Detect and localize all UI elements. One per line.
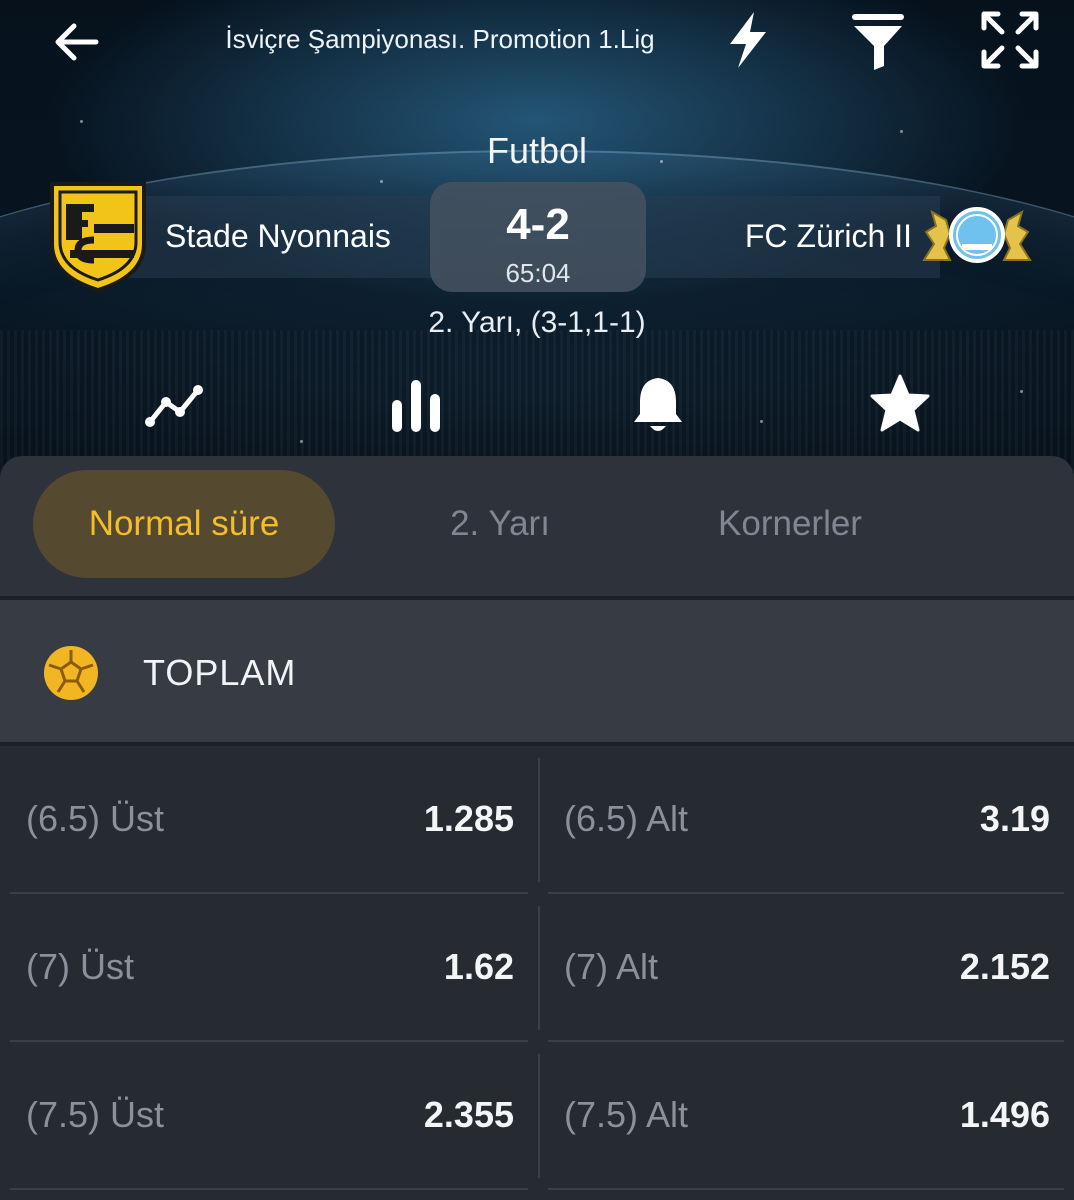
football-icon xyxy=(42,644,100,702)
sparkle xyxy=(1020,390,1023,393)
column-divider xyxy=(538,758,540,882)
odd-value: 3.19 xyxy=(979,798,1050,839)
back-arrow-icon[interactable] xyxy=(48,14,104,70)
away-team-name[interactable]: FC Zürich II xyxy=(745,218,912,255)
tab-2-yari[interactable]: 2. Yarı xyxy=(400,470,600,578)
column-divider xyxy=(538,906,540,1030)
sparkle xyxy=(80,120,83,123)
odd-label: (7.5) Üst xyxy=(26,1094,165,1135)
top-bar: İsviçre Şampiyonası. Promotion 1.Lig xyxy=(0,0,1074,84)
away-team-logo xyxy=(920,204,1034,266)
odd-label: (6.5) Alt xyxy=(564,798,689,839)
odd-value: 1.496 xyxy=(959,1094,1050,1135)
column-divider xyxy=(538,1054,540,1178)
filter-icon[interactable] xyxy=(846,8,910,72)
row-divider xyxy=(548,1188,1064,1190)
odd-cell-under[interactable]: (7.5) Alt 1.496 xyxy=(548,1042,1064,1184)
tab-kornerler[interactable]: Kornerler xyxy=(690,470,890,578)
market-title: TOPLAM xyxy=(143,652,297,693)
odd-cell-under[interactable]: (6.5) Alt 3.19 xyxy=(548,746,1064,888)
odd-value: 1.285 xyxy=(423,798,514,839)
match-period: 2. Yarı, (3-1,1-1) xyxy=(428,306,646,339)
home-team-logo xyxy=(48,180,148,293)
sparkle xyxy=(380,180,383,183)
match-clock: 65:04 xyxy=(505,258,571,288)
row-divider xyxy=(10,1188,528,1190)
sparkle xyxy=(300,440,303,443)
lightning-icon[interactable] xyxy=(716,8,780,72)
stats-bars-icon[interactable] xyxy=(384,372,448,436)
odd-label: (7) Alt xyxy=(564,946,659,987)
odd-value: 1.62 xyxy=(443,946,514,987)
sport-label: Futbol xyxy=(486,130,588,171)
odd-label: (6.5) Üst xyxy=(26,798,165,839)
score: 4-2 xyxy=(506,200,570,249)
odd-cell-over[interactable]: (7.5) Üst 2.355 xyxy=(10,1042,528,1184)
odd-value: 2.355 xyxy=(423,1094,514,1135)
home-team-name[interactable]: Stade Nyonnais xyxy=(165,218,391,255)
odd-label: (7.5) Alt xyxy=(564,1094,689,1135)
odd-cell-under[interactable]: (7) Alt 2.152 xyxy=(548,894,1064,1036)
league-title: İsviçre Şampiyonası. Promotion 1.Lig xyxy=(225,24,655,54)
star-icon[interactable] xyxy=(868,372,932,436)
odd-label: (7) Üst xyxy=(26,946,134,987)
bell-icon[interactable] xyxy=(626,372,690,436)
sparkle xyxy=(760,420,763,423)
odds-grid: (6.5) Üst 1.285 (6.5) Alt 3.19 (7) Üst 1… xyxy=(0,746,1074,1200)
tab-normal-sure[interactable]: Normal süre xyxy=(33,470,335,578)
odd-value: 2.152 xyxy=(959,946,1050,987)
scoreboard: 4-2 65:04 xyxy=(430,182,646,292)
fullscreen-icon[interactable] xyxy=(978,8,1042,72)
odd-cell-over[interactable]: (6.5) Üst 1.285 xyxy=(10,746,528,888)
odd-cell-over[interactable]: (7) Üst 1.62 xyxy=(10,894,528,1036)
trend-chart-icon[interactable] xyxy=(142,372,206,436)
